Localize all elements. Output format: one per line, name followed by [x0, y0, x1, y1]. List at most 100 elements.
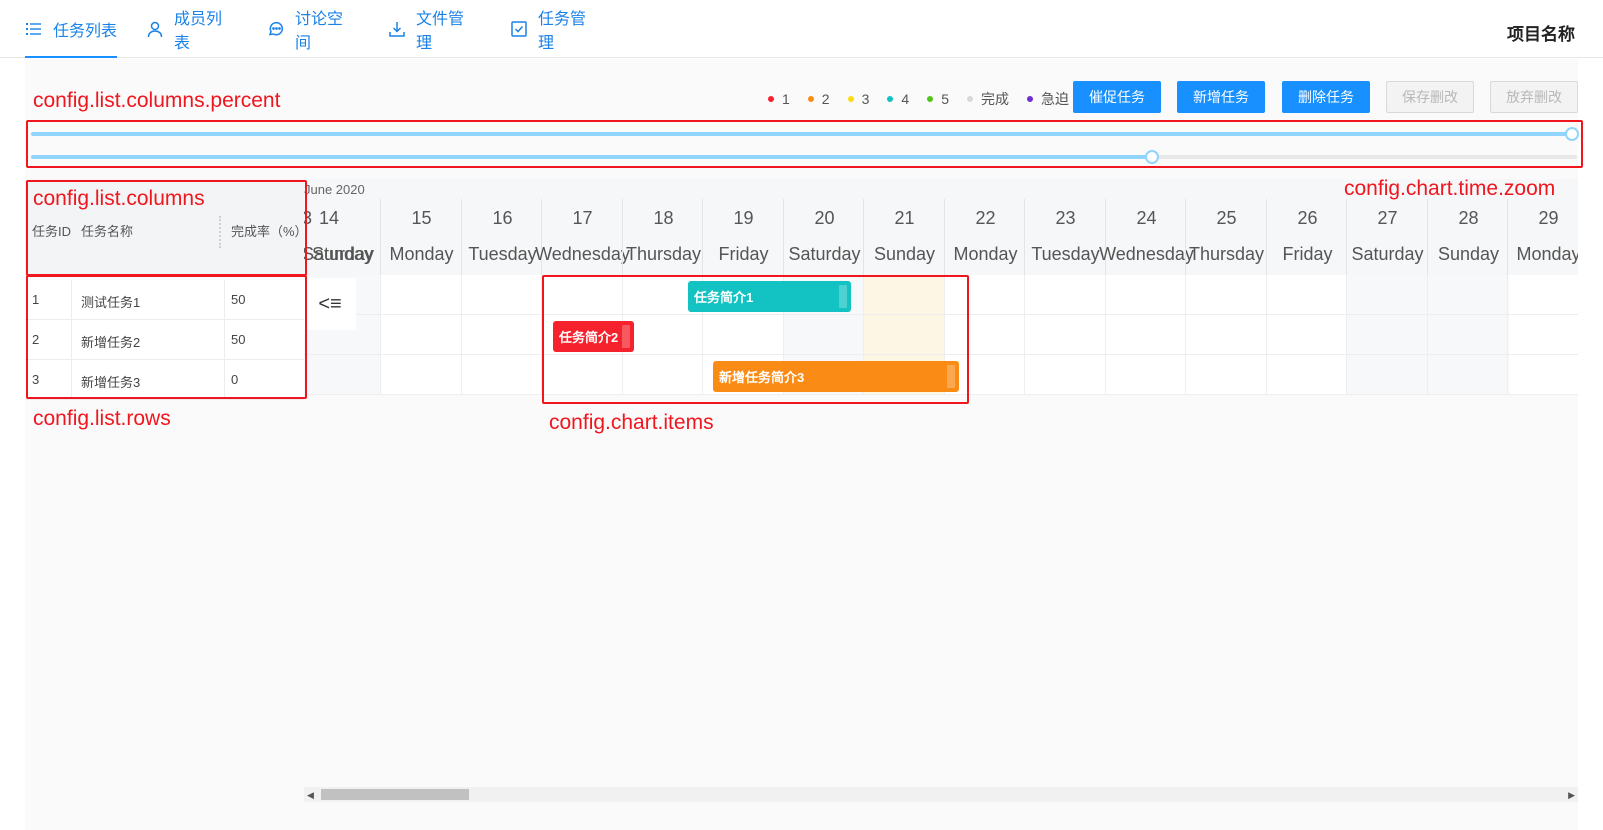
cell-task-id: 2 [32, 332, 40, 347]
day-column: 28 Sunday [1427, 199, 1509, 275]
grid-row-line [304, 394, 1578, 395]
cell-task-id: 3 [32, 372, 40, 387]
day-column: 15 Monday [380, 199, 462, 275]
gantt-bar-item[interactable]: 任务简介1 [688, 281, 851, 312]
save-changes-button[interactable]: 保存删改 [1386, 81, 1474, 113]
scroll-right-icon[interactable]: ▶ [1568, 790, 1575, 801]
gantt-bar-label: 任务简介1 [694, 290, 754, 305]
collapse-list-button[interactable]: <≡ [304, 278, 356, 330]
day-column: 22 Monday [944, 199, 1026, 275]
day-column: 26 Friday [1266, 199, 1348, 275]
day-number: 16 [492, 208, 513, 228]
download-icon [388, 20, 406, 38]
grid-column [1185, 275, 1267, 395]
grid-row-line [304, 354, 1578, 355]
day-number: 23 [1055, 208, 1076, 228]
grid-column [1105, 275, 1187, 395]
list-icon [25, 20, 43, 38]
scroll-left-icon[interactable]: ◀ [307, 790, 314, 801]
day-number: 14 [319, 208, 340, 228]
day-column: 24 Wednesday [1099, 199, 1194, 275]
day-number: 24 [1136, 208, 1157, 228]
resize-handle[interactable] [839, 285, 847, 308]
grid-column [380, 275, 462, 395]
cell-percent: 0 [231, 372, 239, 387]
table-row[interactable]: 3 新增任务3 0 [25, 360, 304, 400]
day-column: 20 Saturday [783, 199, 865, 275]
tab-task-list[interactable]: 任务列表 [25, 0, 118, 58]
day-number: 20 [814, 208, 835, 228]
annotation-label-rows: config.list.rows [33, 407, 171, 430]
column-header-percent[interactable]: 完成率（%） [231, 221, 308, 240]
grid-column [1346, 275, 1428, 395]
cell-divider [71, 360, 72, 400]
day-column: 17 Wednesday [535, 199, 630, 275]
annotation-label-columns-percent: config.list.columns.percent [33, 89, 281, 112]
resize-handle[interactable] [622, 325, 630, 348]
day-number: 19 [733, 208, 754, 228]
scrollbar-thumb[interactable] [321, 789, 469, 800]
day-name: Monday [1516, 244, 1578, 264]
legend-label-1: 1 [782, 91, 790, 107]
legend-dot-done [966, 96, 973, 102]
cell-task-name: 新增任务2 [81, 335, 141, 350]
month-label: June 2020 [304, 182, 365, 197]
annotation-label-columns: config.list.columns [33, 187, 205, 210]
cell-divider [71, 280, 72, 320]
day-column: 16 Tuesday [461, 199, 543, 275]
gantt-bar-item[interactable]: 新增任务简介3 [713, 361, 959, 392]
columns-percent-slider-track[interactable] [31, 132, 1571, 136]
table-row[interactable]: 2 新增任务2 50 [25, 320, 304, 360]
cell-divider [224, 320, 225, 360]
urge-task-button[interactable]: 催促任务 [1073, 81, 1161, 113]
day-number: 25 [1216, 208, 1237, 228]
discard-changes-button[interactable]: 放弃删改 [1490, 81, 1578, 113]
day-column: 23 Tuesday [1024, 199, 1106, 275]
day-number: 27 [1377, 208, 1398, 228]
delete-task-button[interactable]: 删除任务 [1282, 81, 1370, 113]
gantt-bar-item[interactable]: 任务简介2 [553, 321, 634, 352]
table-row[interactable]: 1 测试任务1 50 [25, 280, 304, 320]
tab-file-management[interactable]: 文件管理 [388, 0, 478, 58]
column-header-task-id[interactable]: 任务ID [32, 221, 71, 240]
resize-handle[interactable] [947, 365, 955, 388]
add-task-button[interactable]: 新增任务 [1177, 81, 1265, 113]
column-resize-handle[interactable] [219, 216, 221, 248]
time-zoom-slider-handle[interactable] [1145, 150, 1159, 164]
legend-dot-urgent [1026, 96, 1033, 102]
workspace [25, 59, 1578, 830]
legend-label-3: 3 [861, 91, 870, 107]
annotation-label-time-zoom: config.chart.time.zoom [1344, 177, 1556, 200]
tab-label: 成员列表 [174, 11, 223, 52]
cell-divider [224, 280, 225, 320]
cell-task-id: 1 [32, 292, 40, 307]
day-column: 29 Monday [1507, 199, 1578, 275]
day-column: 18 Thursday [622, 199, 704, 275]
time-zoom-slider-track[interactable] [31, 155, 1152, 159]
cell-percent: 50 [231, 292, 246, 307]
grid-row-line [304, 314, 1578, 315]
legend-dot-2 [807, 96, 814, 102]
column-header-task-name[interactable]: 任务名称 [81, 221, 133, 240]
cell-divider [224, 360, 225, 400]
cell-task-name: 新增任务3 [81, 375, 141, 390]
day-number: 17 [572, 208, 593, 228]
horizontal-scrollbar[interactable]: ◀ ▶ [304, 787, 1578, 802]
priority-legend: 1 2 3 4 5 完成 急迫 [768, 89, 1069, 109]
day-number: 15 [411, 208, 432, 228]
day-column: 19 Friday [702, 199, 784, 275]
legend-label-done: 完成 [980, 91, 1009, 107]
grid-column [1024, 275, 1106, 395]
legend-label-urgent: 急迫 [1040, 91, 1069, 107]
gantt-bar-label: 新增任务简介3 [719, 370, 805, 385]
tab-discussion[interactable]: 讨论空间 [267, 0, 357, 58]
cell-percent: 50 [231, 332, 246, 347]
day-number: 21 [894, 208, 915, 228]
tab-task-management[interactable]: 任务管理 [510, 0, 600, 58]
columns-percent-slider-handle[interactable] [1565, 127, 1579, 141]
tab-member-list[interactable]: 成员列表 [146, 0, 236, 58]
day-column: 21 Sunday [863, 199, 945, 275]
tab-label: 文件管理 [416, 11, 465, 52]
day-number: 29 [1538, 208, 1559, 228]
grid-column [1266, 275, 1348, 395]
